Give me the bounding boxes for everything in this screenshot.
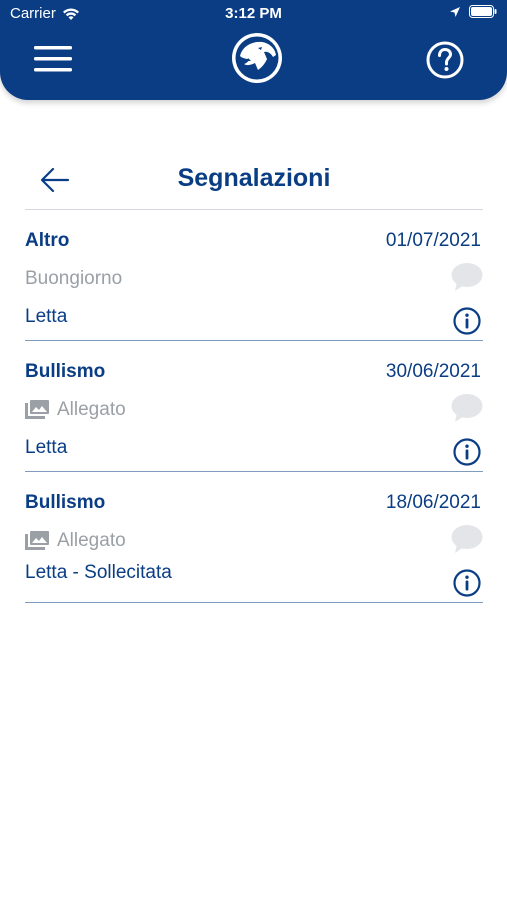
report-category: Bullismo: [25, 492, 106, 513]
report-item[interactable]: Bullismo 30/06/2021 Allegato Letta: [25, 341, 483, 472]
report-status: Letta: [25, 306, 68, 327]
status-icons: [449, 5, 497, 18]
report-item[interactable]: Bullismo 18/06/2021 Allegato Letta - Sol…: [25, 472, 483, 603]
report-status: Letta - Sollecitata: [25, 562, 172, 583]
hamburger-menu-icon: [34, 46, 72, 72]
report-message: Allegato: [25, 399, 126, 421]
chat-bubble-icon: [451, 394, 483, 422]
clock: 3:12 PM: [225, 5, 282, 22]
app-header: Carrier 3:12 PM: [0, 0, 507, 100]
info-icon: [453, 307, 481, 335]
chat-bubble-icon: [451, 525, 483, 553]
chat-bubble-icon: [451, 263, 483, 291]
page-header: Segnalazioni: [25, 150, 483, 210]
info-icon: [453, 569, 481, 597]
info-button[interactable]: [453, 569, 481, 597]
report-date: 01/07/2021: [385, 230, 481, 251]
location-arrow-icon: [450, 6, 460, 17]
app-logo: [231, 32, 283, 84]
report-date: 30/06/2021: [385, 361, 481, 382]
info-icon: [453, 438, 481, 466]
report-status: Letta: [25, 437, 68, 458]
report-message-text: Buongiorno: [25, 268, 123, 289]
report-message: Allegato: [25, 530, 126, 552]
page-title: Segnalazioni: [177, 164, 331, 192]
report-category: Altro: [25, 230, 70, 251]
report-message-text: Allegato: [57, 399, 126, 420]
help-button[interactable]: [425, 40, 465, 80]
info-button[interactable]: [453, 438, 481, 466]
report-category: Bullismo: [25, 361, 106, 382]
status-bar: Carrier 3:12 PM: [0, 0, 507, 28]
battery-icon: [469, 5, 497, 18]
menu-button[interactable]: [34, 44, 74, 74]
help-question-icon: [426, 41, 464, 79]
report-item[interactable]: Altro 01/07/2021 Buongiorno Letta: [25, 210, 483, 341]
report-date: 18/06/2021: [385, 492, 481, 513]
panther-logo: [232, 33, 282, 83]
info-button[interactable]: [453, 307, 481, 335]
reports-list: Altro 01/07/2021 Buongiorno Letta Bullis…: [25, 210, 483, 603]
report-message-text: Allegato: [57, 530, 126, 551]
image-attachment-icon: [25, 531, 49, 550]
image-attachment-icon: [25, 400, 49, 419]
report-message: Buongiorno: [25, 268, 122, 290]
